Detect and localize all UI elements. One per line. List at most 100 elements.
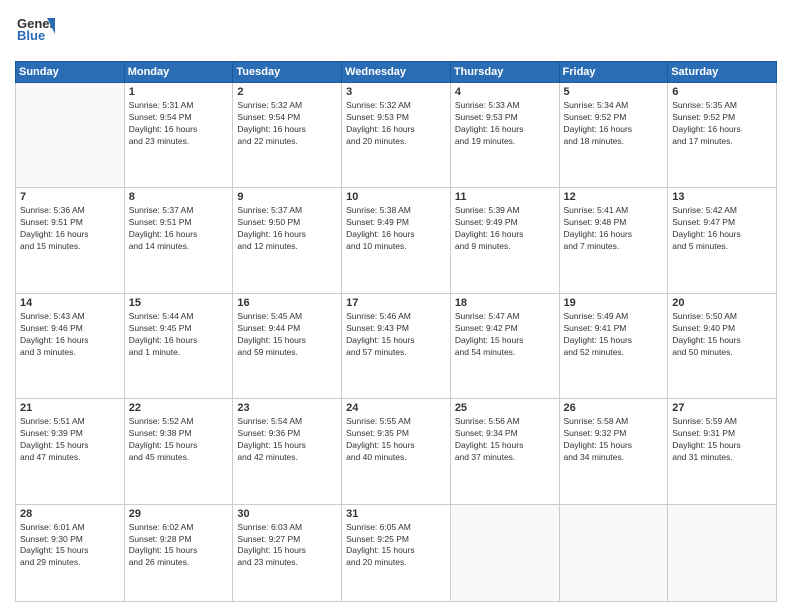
calendar-cell: [559, 504, 668, 601]
day-number: 27: [672, 402, 772, 414]
day-number: 13: [672, 191, 772, 203]
calendar-cell: 3Sunrise: 5:32 AM Sunset: 9:53 PM Daylig…: [342, 83, 451, 188]
day-info: Sunrise: 5:47 AM Sunset: 9:42 PM Dayligh…: [455, 311, 555, 359]
day-info: Sunrise: 5:51 AM Sunset: 9:39 PM Dayligh…: [20, 416, 120, 464]
weekday-header-monday: Monday: [124, 62, 233, 83]
calendar-cell: 30Sunrise: 6:03 AM Sunset: 9:27 PM Dayli…: [233, 504, 342, 601]
day-number: 8: [129, 191, 229, 203]
day-info: Sunrise: 5:46 AM Sunset: 9:43 PM Dayligh…: [346, 311, 446, 359]
day-info: Sunrise: 5:49 AM Sunset: 9:41 PM Dayligh…: [564, 311, 664, 359]
day-info: Sunrise: 5:56 AM Sunset: 9:34 PM Dayligh…: [455, 416, 555, 464]
calendar-week-2: 7Sunrise: 5:36 AM Sunset: 9:51 PM Daylig…: [16, 188, 777, 293]
calendar-cell: 23Sunrise: 5:54 AM Sunset: 9:36 PM Dayli…: [233, 399, 342, 504]
day-info: Sunrise: 5:45 AM Sunset: 9:44 PM Dayligh…: [237, 311, 337, 359]
day-number: 18: [455, 297, 555, 309]
calendar-cell: 17Sunrise: 5:46 AM Sunset: 9:43 PM Dayli…: [342, 293, 451, 398]
header: General Blue: [15, 10, 777, 55]
day-number: 5: [564, 86, 664, 98]
calendar-cell: 22 Sunrise: 5:52 AM Sunset: 9:38 PM Dayli…: [124, 399, 233, 504]
calendar-cell: 18 Sunrise: 5:47 AM Sunset: 9:42 PM Dayli…: [450, 293, 559, 398]
calendar-cell: 6 Sunrise: 5:35 AM Sunset: 9:52 PM Daylig…: [668, 83, 777, 188]
calendar-cell: 5 Sunrise: 5:34 AM Sunset: 9:52 PM Daylig…: [559, 83, 668, 188]
day-info: Sunrise: 5:38 AM Sunset: 9:49 PM Dayligh…: [346, 205, 446, 253]
calendar-cell: 16 Sunrise: 5:45 AM Sunset: 9:44 PM Dayli…: [233, 293, 342, 398]
day-number: 15: [129, 297, 229, 309]
day-info: Sunrise: 5:52 AM Sunset: 9:38 PM Dayligh…: [129, 416, 229, 464]
calendar-week-1: 1 Sunrise: 5:31 AM Sunset: 9:54 PM Daylig…: [16, 83, 777, 188]
day-number: 23: [237, 402, 337, 414]
weekday-header-friday: Friday: [559, 62, 668, 83]
day-number: 10: [346, 191, 446, 203]
day-info: Sunrise: 5:50 AM Sunset: 9:40 PM Dayligh…: [672, 311, 772, 359]
logo: General Blue: [15, 10, 55, 55]
day-info: Sunrise: 5:43 AM Sunset: 9:46 PM Dayligh…: [20, 311, 120, 359]
calendar-cell: 26 Sunrise: 5:58 AM Sunset: 9:32 PM Dayli…: [559, 399, 668, 504]
calendar-week-4: 21 Sunrise: 5:51 AM Sunset: 9:39 PM Dayli…: [16, 399, 777, 504]
day-info: Sunrise: 6:01 AM Sunset: 9:30 PM Dayligh…: [20, 522, 120, 570]
calendar-cell: 24 Sunrise: 5:55 AM Sunset: 9:35 PM Dayli…: [342, 399, 451, 504]
calendar-cell: 15 Sunrise: 5:44 AM Sunset: 9:45 PM Dayli…: [124, 293, 233, 398]
calendar-cell: 9 Sunrise: 5:37 AM Sunset: 9:50 PM Daylig…: [233, 188, 342, 293]
day-number: 9: [237, 191, 337, 203]
calendar-table: SundayMondayTuesdayWednesdayThursdayFrid…: [15, 61, 777, 602]
day-info: Sunrise: 5:37 AM Sunset: 9:50 PM Dayligh…: [237, 205, 337, 253]
calendar-cell: 7Sunrise: 5:36 AM Sunset: 9:51 PM Daylig…: [16, 188, 125, 293]
day-info: Sunrise: 5:35 AM Sunset: 9:52 PM Dayligh…: [672, 100, 772, 148]
day-number: 22: [129, 402, 229, 414]
calendar-week-5: 28 Sunrise: 6:01 AM Sunset: 9:30 PM Dayli…: [16, 504, 777, 601]
svg-text:Blue: Blue: [17, 28, 45, 43]
weekday-header-tuesday: Tuesday: [233, 62, 342, 83]
calendar-cell: 31 Sunrise: 6:05 AM Sunset: 9:25 PM Dayli…: [342, 504, 451, 601]
calendar-cell: 29 Sunrise: 6:02 AM Sunset: 9:28 PM Dayli…: [124, 504, 233, 601]
calendar-cell: 2 Sunrise: 5:32 AM Sunset: 9:54 PM Daylig…: [233, 83, 342, 188]
day-number: 25: [455, 402, 555, 414]
calendar-week-3: 14Sunrise: 5:43 AM Sunset: 9:46 PM Dayli…: [16, 293, 777, 398]
calendar-cell: 8 Sunrise: 5:37 AM Sunset: 9:51 PM Daylig…: [124, 188, 233, 293]
day-number: 3: [346, 86, 446, 98]
day-number: 19: [564, 297, 664, 309]
calendar-cell: 27Sunrise: 5:59 AM Sunset: 9:31 PM Dayli…: [668, 399, 777, 504]
page: General Blue SundayMondayTuesdayWednesda…: [0, 0, 792, 612]
day-number: 4: [455, 86, 555, 98]
day-number: 24: [346, 402, 446, 414]
day-number: 11: [455, 191, 555, 203]
day-number: 6: [672, 86, 772, 98]
calendar-cell: [450, 504, 559, 601]
weekday-header-thursday: Thursday: [450, 62, 559, 83]
day-info: Sunrise: 6:02 AM Sunset: 9:28 PM Dayligh…: [129, 522, 229, 570]
day-number: 12: [564, 191, 664, 203]
calendar-cell: 21 Sunrise: 5:51 AM Sunset: 9:39 PM Dayli…: [16, 399, 125, 504]
day-info: Sunrise: 5:58 AM Sunset: 9:32 PM Dayligh…: [564, 416, 664, 464]
day-number: 2: [237, 86, 337, 98]
day-info: Sunrise: 5:31 AM Sunset: 9:54 PM Dayligh…: [129, 100, 229, 148]
day-info: Sunrise: 5:39 AM Sunset: 9:49 PM Dayligh…: [455, 205, 555, 253]
day-number: 26: [564, 402, 664, 414]
day-info: Sunrise: 5:42 AM Sunset: 9:47 PM Dayligh…: [672, 205, 772, 253]
day-number: 1: [129, 86, 229, 98]
day-info: Sunrise: 5:34 AM Sunset: 9:52 PM Dayligh…: [564, 100, 664, 148]
calendar-cell: [668, 504, 777, 601]
day-info: Sunrise: 5:32 AM Sunset: 9:54 PM Dayligh…: [237, 100, 337, 148]
day-number: 29: [129, 508, 229, 520]
day-info: Sunrise: 5:33 AM Sunset: 9:53 PM Dayligh…: [455, 100, 555, 148]
day-number: 16: [237, 297, 337, 309]
calendar-cell: 13 Sunrise: 5:42 AM Sunset: 9:47 PM Dayli…: [668, 188, 777, 293]
calendar-cell: 12Sunrise: 5:41 AM Sunset: 9:48 PM Dayli…: [559, 188, 668, 293]
calendar-cell: [16, 83, 125, 188]
day-info: Sunrise: 6:05 AM Sunset: 9:25 PM Dayligh…: [346, 522, 446, 570]
day-info: Sunrise: 6:03 AM Sunset: 9:27 PM Dayligh…: [237, 522, 337, 570]
weekday-header-sunday: Sunday: [16, 62, 125, 83]
day-number: 28: [20, 508, 120, 520]
day-info: Sunrise: 5:37 AM Sunset: 9:51 PM Dayligh…: [129, 205, 229, 253]
day-info: Sunrise: 5:55 AM Sunset: 9:35 PM Dayligh…: [346, 416, 446, 464]
day-info: Sunrise: 5:44 AM Sunset: 9:45 PM Dayligh…: [129, 311, 229, 359]
calendar-cell: 1 Sunrise: 5:31 AM Sunset: 9:54 PM Daylig…: [124, 83, 233, 188]
calendar-cell: 19 Sunrise: 5:49 AM Sunset: 9:41 PM Dayli…: [559, 293, 668, 398]
weekday-header-saturday: Saturday: [668, 62, 777, 83]
weekday-header-row: SundayMondayTuesdayWednesdayThursdayFrid…: [16, 62, 777, 83]
day-number: 7: [20, 191, 120, 203]
day-number: 31: [346, 508, 446, 520]
calendar-cell: 20Sunrise: 5:50 AM Sunset: 9:40 PM Dayli…: [668, 293, 777, 398]
day-number: 21: [20, 402, 120, 414]
weekday-header-wednesday: Wednesday: [342, 62, 451, 83]
